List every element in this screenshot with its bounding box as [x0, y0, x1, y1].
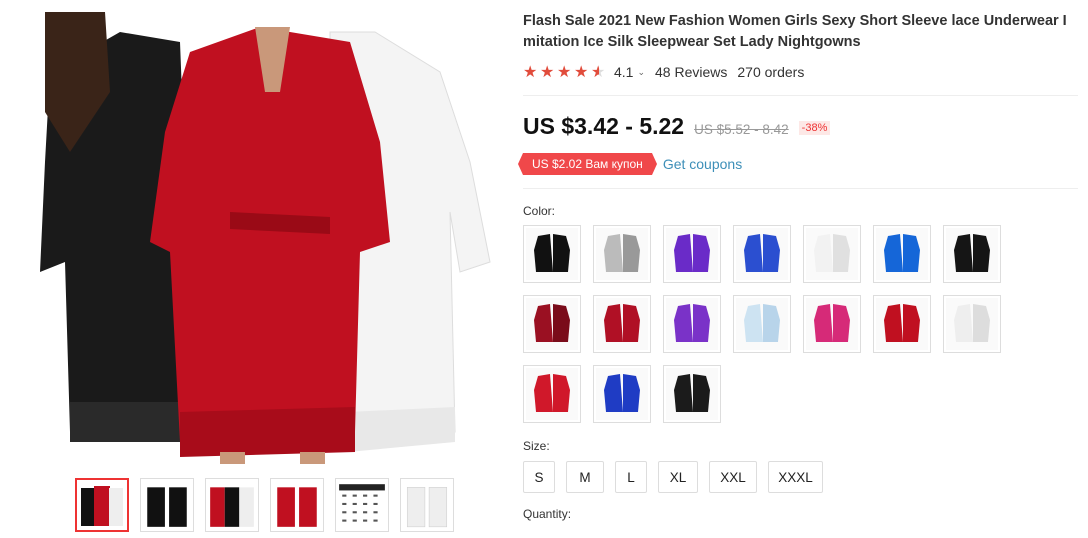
thumbnail-2[interactable] — [140, 478, 194, 532]
reviews-link[interactable]: 48 Reviews — [655, 64, 727, 80]
color-swatch-red-3[interactable] — [523, 365, 581, 423]
half-star-icon: ★ — [591, 63, 606, 81]
discount-badge: -38% — [798, 121, 831, 135]
color-swatch-pink[interactable] — [803, 295, 861, 353]
color-label: Color: — [523, 204, 556, 218]
color-swatch-blue[interactable] — [733, 225, 791, 283]
original-price: US $5.52 - 8.42 — [694, 122, 789, 137]
size-option-xl[interactable]: XL — [658, 461, 698, 493]
price-row: US $3.42 - 5.22 US $5.52 - 8.42 -38% — [523, 113, 1078, 143]
coupon-row: US $2.02 Вам купон Get coupons — [518, 153, 1078, 175]
robes-illustration — [40, 12, 491, 464]
thumbnail-4[interactable] — [270, 478, 324, 532]
product-info: Flash Sale 2021 New Fashion Women Girls … — [518, 0, 1078, 521]
image-gallery — [0, 0, 505, 538]
chevron-down-icon[interactable]: ⌄ — [637, 67, 645, 78]
color-swatch-royal-blue[interactable] — [873, 225, 931, 283]
color-swatch-violet[interactable] — [663, 295, 721, 353]
color-swatch-black-3[interactable] — [663, 365, 721, 423]
divider — [523, 95, 1078, 96]
color-swatch-white-2[interactable] — [943, 295, 1001, 353]
size-option-s[interactable]: S — [523, 461, 555, 493]
size-option-xxl[interactable]: XXL — [709, 461, 757, 493]
color-swatch-white[interactable] — [803, 225, 861, 283]
color-swatch-light-blue[interactable] — [733, 295, 791, 353]
coupon-badge[interactable]: US $2.02 Вам купон — [518, 153, 657, 175]
color-swatch-black[interactable] — [523, 225, 581, 283]
orders-count: 270 orders — [737, 64, 805, 80]
size-label: Size: — [523, 439, 550, 453]
current-price: US $3.42 - 5.22 — [523, 113, 685, 139]
star-icon: ★ — [557, 63, 572, 81]
get-coupons-link[interactable]: Get coupons — [663, 156, 742, 172]
color-swatch-red[interactable] — [593, 295, 651, 353]
color-swatch-purple[interactable] — [663, 225, 721, 283]
color-swatch-black-2[interactable] — [943, 225, 1001, 283]
color-swatches — [523, 225, 1078, 423]
size-option-xxxl[interactable]: XXXL — [768, 461, 823, 493]
thumbnail-5[interactable] — [335, 478, 389, 532]
star-icon: ★ — [523, 63, 538, 81]
color-swatch-gray[interactable] — [593, 225, 651, 283]
color-swatch-wine-red[interactable] — [523, 295, 581, 353]
star-rating[interactable]: ★ ★ ★ ★ ★ — [523, 63, 606, 81]
star-icon: ★ — [574, 63, 589, 81]
divider — [523, 188, 1078, 189]
rating-row: ★ ★ ★ ★ ★ 4.1 ⌄ 48 Reviews 270 orders — [523, 61, 1078, 83]
thumbnail-3[interactable] — [205, 478, 259, 532]
thumbnail-strip — [75, 478, 454, 532]
product-title: Flash Sale 2021 New Fashion Women Girls … — [523, 13, 1067, 50]
rating-value[interactable]: 4.1 — [614, 64, 633, 80]
quantity-label: Quantity: — [523, 507, 572, 521]
main-product-image[interactable] — [30, 12, 492, 464]
star-icon: ★ — [540, 63, 555, 81]
color-swatch-red-2[interactable] — [873, 295, 931, 353]
thumbnail-1[interactable] — [75, 478, 129, 532]
size-option-l[interactable]: L — [615, 461, 647, 493]
color-swatch-navy[interactable] — [593, 365, 651, 423]
size-options: S M L XL XXL XXXL — [523, 461, 1078, 493]
thumbnail-6[interactable] — [400, 478, 454, 532]
size-option-m[interactable]: M — [566, 461, 604, 493]
